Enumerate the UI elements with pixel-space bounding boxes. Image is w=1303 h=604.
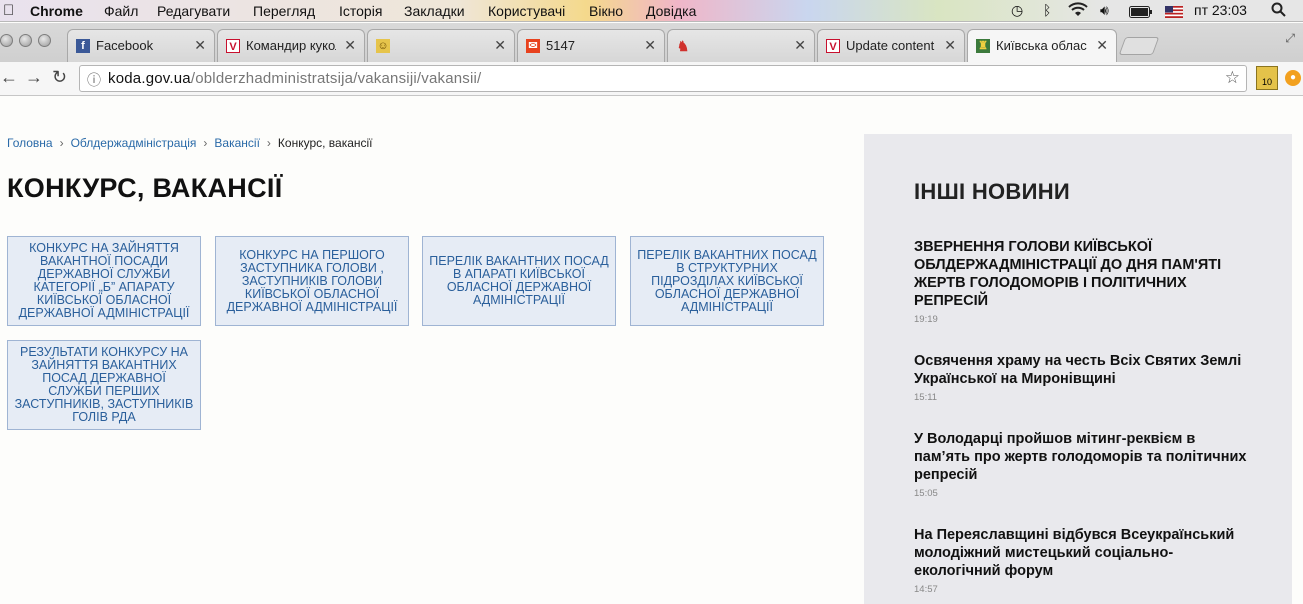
breadcrumb-administration[interactable]: Облдержадміністрація	[71, 136, 197, 150]
battery-icon[interactable]	[1129, 5, 1153, 21]
mail-icon: ✉	[526, 39, 540, 53]
tab-close-icon[interactable]: ✕	[1096, 37, 1108, 54]
news-headline[interactable]: ЗВЕРНЕННЯ ГОЛОВИ КИЇВСЬКОЇ ОБЛДЕРЖАДМІНІ…	[914, 238, 1254, 310]
us-flag-icon[interactable]	[1165, 5, 1183, 21]
emoji-icon: ☺	[376, 39, 390, 53]
news-headline[interactable]: У Володарці пройшов мітинг-реквієм в пам…	[914, 430, 1254, 484]
facebook-icon: f	[76, 39, 90, 53]
menu-help[interactable]: Довідка	[646, 3, 696, 19]
sidebar-title: ІНШІ НОВИНИ	[914, 179, 1071, 204]
news-item[interactable]: На Переяславщині відбувся Всеукраїнський…	[914, 526, 1254, 595]
news-headline[interactable]: Освячення храму на честь Всіх Святих Зем…	[914, 352, 1254, 388]
page-title: КОНКУРС, ВАКАНСІЇ	[7, 173, 283, 203]
menu-view[interactable]: Перегляд	[253, 3, 315, 19]
tab-cat[interactable]: ♞ ✕	[667, 29, 815, 63]
v-logo-icon: V	[226, 39, 240, 53]
vacancy-card-first-deputy[interactable]: Конкурс на першого заступника голови , з…	[215, 236, 409, 326]
tab-close-icon[interactable]: ✕	[794, 37, 806, 54]
wifi-icon[interactable]	[1068, 2, 1088, 21]
news-time: 15:05	[914, 488, 938, 499]
coat-of-arms-icon: ♜	[976, 39, 990, 53]
browser-toolbar: ← → ↻ ⓘ koda.gov.ua/oblderzhadministrats…	[0, 62, 1303, 96]
news-time: 19:19	[914, 314, 938, 325]
tab-komandyr[interactable]: V Командир кукол ✕	[217, 29, 365, 63]
menu-file[interactable]: Файл	[104, 3, 138, 19]
tab-close-icon[interactable]: ✕	[194, 37, 206, 54]
vacancy-card-apparatus-list[interactable]: Перелік вакантних посад в апараті Київсь…	[422, 236, 616, 326]
window-close-button[interactable]	[0, 34, 13, 47]
other-news-sidebar: ІНШІ НОВИНИ ЗВЕРНЕННЯ ГОЛОВИ КИЇВСЬКОЇ О…	[864, 134, 1292, 604]
address-bar[interactable]: ⓘ koda.gov.ua/oblderzhadministratsija/va…	[79, 65, 1247, 92]
extension-circle-icon[interactable]: ●	[1285, 70, 1301, 86]
bluetooth-icon[interactable]: ᛒ	[1043, 2, 1051, 18]
menu-users[interactable]: Користувачі	[488, 3, 565, 19]
url-text[interactable]: koda.gov.ua/oblderzhadministratsija/vaka…	[108, 70, 481, 87]
tab-strip: f Facebook ✕ V Командир кукол ✕ ☺ ✕ ✉ 51…	[0, 23, 1303, 64]
news-time: 14:57	[914, 584, 938, 595]
menu-edit[interactable]: Редагувати	[157, 3, 230, 19]
news-item[interactable]: У Володарці пройшов мітинг-реквієм в пам…	[914, 430, 1254, 499]
page-content: Головна › Облдержадміністрація › Вакансії › Ко…	[0, 96, 1303, 604]
news-time: 15:11	[914, 392, 938, 403]
news-item[interactable]: Освячення храму на честь Всіх Святих Зем…	[914, 352, 1254, 403]
window-zoom-button[interactable]	[38, 34, 51, 47]
vacancy-card-departments-list[interactable]: Перелік вакантних посад в структурних пі…	[630, 236, 824, 326]
extension-calendar-icon[interactable]: 10	[1256, 66, 1278, 90]
tab-emoji[interactable]: ☺ ✕	[367, 29, 515, 63]
new-tab-button[interactable]	[1118, 37, 1160, 55]
bookmark-star-icon[interactable]: ☆	[1225, 68, 1240, 88]
volume-icon[interactable]: 🔊︎	[1100, 2, 1109, 19]
macos-menubar:  Chrome Файл Редагувати Перегляд Історі…	[0, 0, 1303, 22]
vacancy-card-category-b[interactable]: Конкурс на зайняття вакантної посади дер…	[7, 236, 201, 326]
tab-mail[interactable]: ✉ 5147 ✕	[517, 29, 665, 63]
menu-history[interactable]: Історія	[339, 3, 382, 19]
breadcrumb: Головна › Облдержадміністрація › Вакансії › Ко…	[7, 136, 373, 150]
news-item[interactable]: ЗВЕРНЕННЯ ГОЛОВИ КИЇВСЬКОЇ ОБЛДЕРЖАДМІНІ…	[914, 238, 1254, 325]
menu-window[interactable]: Вікно	[589, 3, 623, 19]
menu-bookmarks[interactable]: Закладки	[404, 3, 465, 19]
breadcrumb-current: Конкурс, вакансії	[277, 136, 373, 150]
tab-koda-active[interactable]: ♜ Київська облас ✕	[967, 29, 1117, 64]
breadcrumb-vacancies[interactable]: Вакансії	[214, 136, 260, 150]
tab-update-content[interactable]: V Update content ✕	[817, 29, 965, 63]
cat-icon: ♞	[676, 38, 690, 54]
spotlight-icon[interactable]	[1271, 2, 1287, 21]
chevron-right-icon: ›	[59, 136, 64, 150]
page-info-icon[interactable]: ⓘ	[87, 70, 101, 90]
chevron-right-icon: ›	[203, 136, 208, 150]
breadcrumb-home[interactable]: Головна	[7, 136, 53, 150]
clock[interactable]: пт 23:03	[1194, 2, 1247, 18]
back-arrow-icon[interactable]: ←	[0, 67, 18, 88]
window-minimize-button[interactable]	[19, 34, 32, 47]
time-machine-icon[interactable]: ◷	[1011, 2, 1023, 19]
tab-close-icon[interactable]: ✕	[944, 37, 956, 54]
fullscreen-icon[interactable]: ⤢	[1285, 31, 1295, 46]
forward-arrow-icon[interactable]: →	[25, 67, 43, 88]
reload-icon[interactable]: ↻	[52, 67, 67, 88]
apple-icon[interactable]: 	[3, 2, 14, 19]
menu-app-chrome[interactable]: Chrome	[30, 3, 83, 19]
vacancy-card-rda-results[interactable]: Результати конкурсу на зайняття вакантни…	[7, 340, 201, 430]
tab-close-icon[interactable]: ✕	[494, 37, 506, 54]
chevron-right-icon: ›	[266, 136, 271, 150]
v-logo-icon: V	[826, 39, 840, 53]
tab-close-icon[interactable]: ✕	[644, 37, 656, 54]
tab-facebook[interactable]: f Facebook ✕	[67, 29, 215, 63]
tab-close-icon[interactable]: ✕	[344, 37, 356, 54]
news-headline[interactable]: На Переяславщині відбувся Всеукраїнський…	[914, 526, 1254, 580]
